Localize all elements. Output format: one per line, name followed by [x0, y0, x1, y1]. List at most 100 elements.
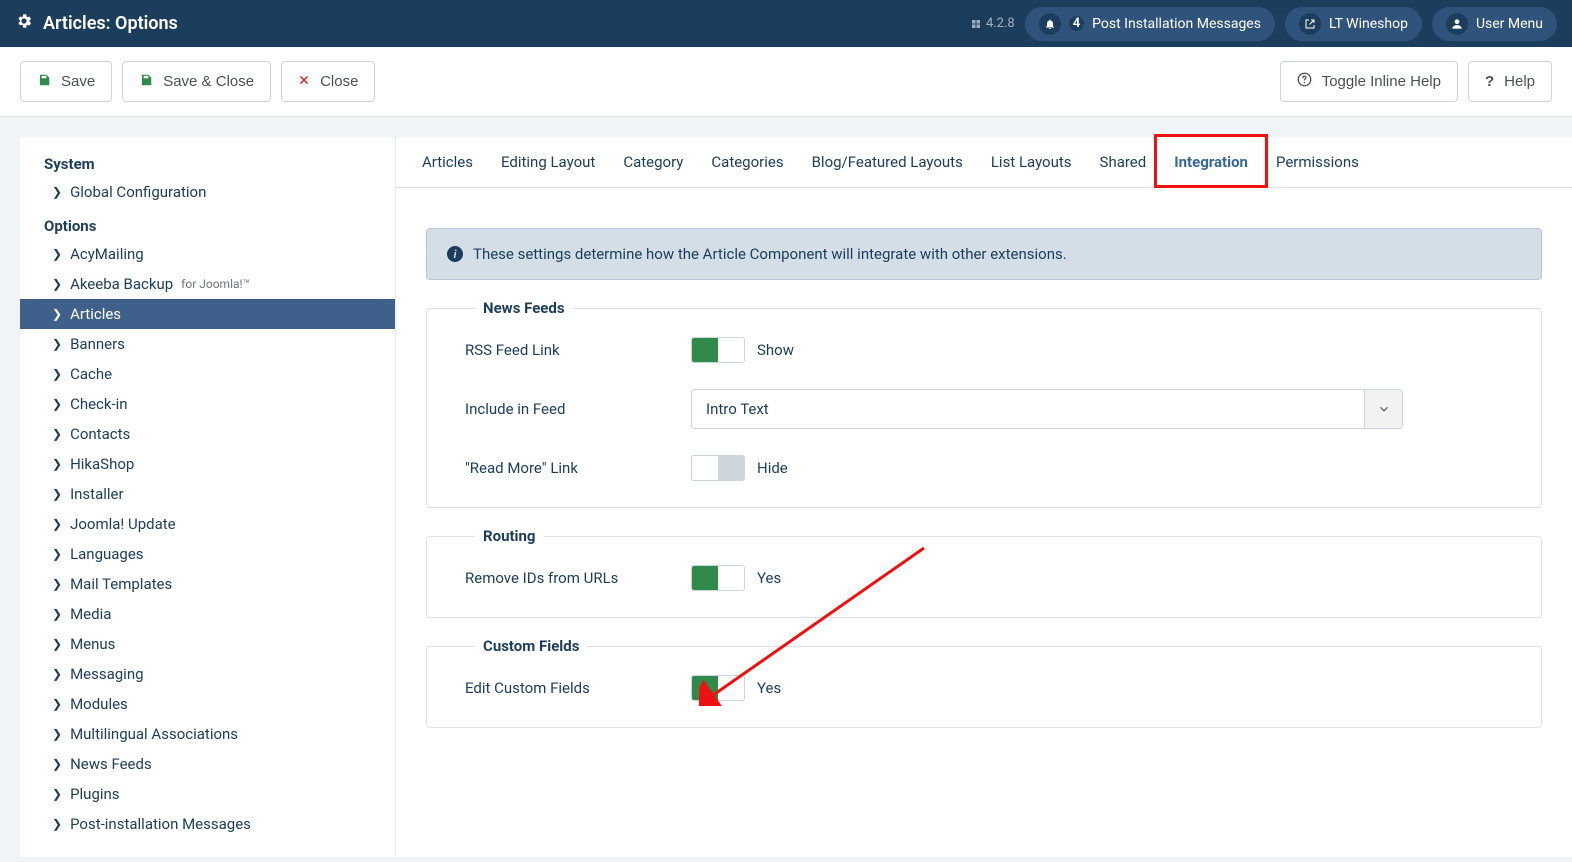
tab-blog-featured-layouts[interactable]: Blog/Featured Layouts: [798, 137, 977, 187]
sidebar-item-multilingual-associations[interactable]: ❯ Multilingual Associations: [20, 719, 395, 749]
chevron-right-icon: ❯: [52, 787, 62, 801]
save-icon: [37, 73, 51, 91]
chevron-right-icon: ❯: [52, 397, 62, 411]
user-menu-pill[interactable]: User Menu: [1432, 7, 1557, 41]
sidebar-item-label: Multilingual Associations: [70, 725, 238, 743]
sidebar-item-joomla-update[interactable]: ❯Joomla! Update: [20, 509, 395, 539]
sidebar-item-mail-templates[interactable]: ❯Mail Templates: [20, 569, 395, 599]
sidebar-item-label: Banners: [70, 335, 125, 353]
tab-articles[interactable]: Articles: [408, 137, 487, 187]
chevron-right-icon: ❯: [52, 727, 62, 741]
tabs: ArticlesEditing LayoutCategoryCategories…: [396, 137, 1572, 188]
chevron-right-icon: ❯: [52, 607, 62, 621]
close-icon: [298, 73, 310, 90]
chevron-right-icon: ❯: [52, 427, 62, 441]
gear-icon: [15, 12, 33, 35]
fieldset-routing: Routing Remove IDs from URLs Yes: [426, 536, 1542, 618]
notifications-label: Post Installation Messages: [1092, 16, 1261, 32]
sidebar-item-label: Installer: [70, 485, 124, 503]
chevron-right-icon: ❯: [52, 757, 62, 771]
fieldset-custom-fields: Custom Fields Edit Custom Fields Yes: [426, 646, 1542, 728]
value-rss-feed: Show: [757, 341, 794, 359]
sidebar-item-global-config[interactable]: ❯ Global Configuration: [20, 177, 395, 207]
sidebar-item-messaging[interactable]: ❯Messaging: [20, 659, 395, 689]
tab-category[interactable]: Category: [609, 137, 697, 187]
save-icon: [139, 73, 153, 91]
tab-categories[interactable]: Categories: [697, 137, 797, 187]
chevron-right-icon: ❯: [52, 367, 62, 381]
site-name: LT Wineshop: [1329, 16, 1408, 32]
site-pill[interactable]: LT Wineshop: [1285, 7, 1422, 41]
value-remove-ids: Yes: [757, 569, 781, 587]
sidebar-item-label: Cache: [70, 365, 112, 383]
label-include-feed: Include in Feed: [465, 400, 691, 418]
sidebar-item-label: Contacts: [70, 425, 130, 443]
user-icon: [1446, 13, 1468, 35]
chevron-right-icon: ❯: [52, 337, 62, 351]
tab-list-layouts[interactable]: List Layouts: [977, 137, 1086, 187]
toggle-edit-custom[interactable]: [691, 675, 745, 701]
sidebar-item-menus[interactable]: ❯ Menus: [20, 629, 395, 659]
sidebar-item-cache[interactable]: ❯ Cache: [20, 359, 395, 389]
sidebar-item-label: Mail Templates: [70, 575, 172, 593]
tab-editing-layout[interactable]: Editing Layout: [487, 137, 609, 187]
chevron-right-icon: ❯: [52, 457, 62, 471]
sidebar-item-hikashop[interactable]: ❯HikaShop: [20, 449, 395, 479]
notifications-pill[interactable]: 4 Post Installation Messages: [1025, 7, 1275, 41]
help-button[interactable]: ? Help: [1468, 61, 1552, 102]
chevron-right-icon: ❯: [52, 185, 62, 199]
sidebar-item-articles[interactable]: ❯Articles: [20, 299, 395, 329]
chevron-right-icon: ❯: [52, 697, 62, 711]
toolbar: Save Save & Close Close Toggle Inline He…: [0, 47, 1572, 117]
main: ArticlesEditing LayoutCategoryCategories…: [395, 137, 1572, 857]
value-read-more: Hide: [757, 459, 788, 477]
sidebar-item-news-feeds[interactable]: ❯ News Feeds: [20, 749, 395, 779]
top-bar: Articles: Options 4.2.8 4 Post Installat…: [0, 0, 1572, 47]
chevron-right-icon: ❯: [52, 817, 62, 831]
chevron-right-icon: ❯: [52, 487, 62, 501]
sidebar-item-banners[interactable]: ❯ Banners: [20, 329, 395, 359]
select-include-feed[interactable]: Intro Text: [691, 389, 1403, 429]
sidebar-item-acymailing[interactable]: ❯AcyMailing: [20, 239, 395, 269]
sidebar-item-label: Plugins: [70, 785, 119, 803]
save-close-button[interactable]: Save & Close: [122, 61, 271, 102]
sidebar-item-label: News Feeds: [70, 755, 152, 773]
user-menu-label: User Menu: [1476, 16, 1543, 32]
sidebar-item-post-installation-messages[interactable]: ❯Post-installation Messages: [20, 809, 395, 839]
tab-shared[interactable]: Shared: [1086, 137, 1161, 187]
sidebar-item-suffix: for Joomla!™: [181, 277, 250, 291]
sidebar-item-modules[interactable]: ❯Modules: [20, 689, 395, 719]
sidebar-item-akeeba-backup[interactable]: ❯Akeeba Backup for Joomla!™: [20, 269, 395, 299]
sidebar-item-plugins[interactable]: ❯ Plugins: [20, 779, 395, 809]
sidebar-item-label: AcyMailing: [70, 245, 144, 263]
toggle-help-button[interactable]: Toggle Inline Help: [1280, 61, 1458, 102]
save-button[interactable]: Save: [20, 61, 112, 102]
sidebar-item-media[interactable]: ❯ Media: [20, 599, 395, 629]
chevron-right-icon: ❯: [52, 637, 62, 651]
fieldset-newsfeeds: News Feeds RSS Feed Link Show Include in…: [426, 308, 1542, 508]
toggle-read-more[interactable]: [691, 455, 745, 481]
close-button[interactable]: Close: [281, 61, 375, 102]
tab-permissions[interactable]: Permissions: [1262, 137, 1373, 187]
sidebar-item-check-in[interactable]: ❯ Check-in: [20, 389, 395, 419]
info-alert: i These settings determine how the Artic…: [426, 228, 1542, 280]
chevron-down-icon: [1364, 390, 1402, 428]
chevron-right-icon: ❯: [52, 547, 62, 561]
value-edit-custom: Yes: [757, 679, 781, 697]
question-icon: [1297, 72, 1312, 91]
sidebar-item-languages[interactable]: ❯Languages: [20, 539, 395, 569]
sidebar-item-contacts[interactable]: ❯ Contacts: [20, 419, 395, 449]
sidebar-item-label: Check-in: [70, 395, 128, 413]
sidebar-item-label: Menus: [70, 635, 115, 653]
chevron-right-icon: ❯: [52, 667, 62, 681]
sidebar-item-installer[interactable]: ❯ Installer: [20, 479, 395, 509]
label-edit-custom: Edit Custom Fields: [465, 679, 691, 697]
tab-integration[interactable]: Integration: [1160, 137, 1262, 188]
legend-routing: Routing: [475, 527, 544, 545]
toggle-remove-ids[interactable]: [691, 565, 745, 591]
sidebar-item-label: Media: [70, 605, 111, 623]
toggle-rss-feed[interactable]: [691, 337, 745, 363]
sidebar-item-label: Articles: [70, 305, 121, 323]
question-icon: ?: [1485, 73, 1494, 90]
legend-custom-fields: Custom Fields: [475, 637, 587, 655]
